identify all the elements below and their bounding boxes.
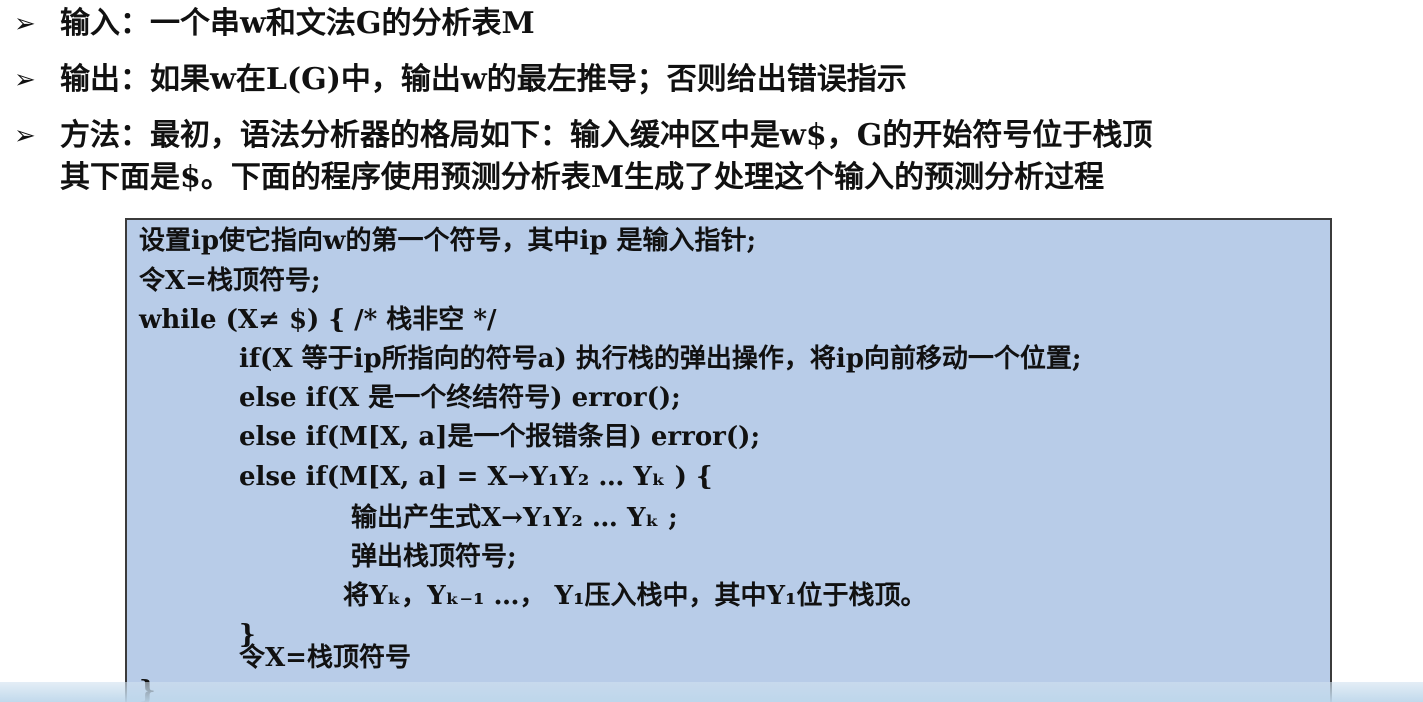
arrow-bullet-icon: ➢ bbox=[14, 9, 36, 39]
arrow-bullet-icon: ➢ bbox=[14, 121, 36, 151]
code-line: else if(X 是一个终结符号) error(); bbox=[239, 383, 681, 413]
code-line: if(X 等于ip所指向的符号a) 执行栈的弹出操作，将ip向前移动一个位置; bbox=[239, 344, 1082, 374]
bullet-method: ➢ 方法：最初，语法分析器的格局如下：输入缓冲区中是w$，G的开始符号位于栈顶 bbox=[14, 116, 1152, 156]
bullet-input: ➢ 输入：一个串w和文法G的分析表M bbox=[14, 4, 535, 44]
algorithm-code-box: 设置ip使它指向w的第一个符号，其中ip 是输入指针; 令X=栈顶符号; whi… bbox=[125, 218, 1332, 702]
code-line: 令X=栈顶符号; bbox=[139, 266, 321, 296]
arrow-bullet-icon: ➢ bbox=[14, 65, 36, 95]
code-line: 令X=栈顶符号 bbox=[239, 643, 411, 673]
bullet-method-continuation: 其下面是$。下面的程序使用预测分析表M生成了处理这个输入的预测分析过程 bbox=[60, 160, 1105, 195]
bullet-method-text: 方法：最初，语法分析器的格局如下：输入缓冲区中是w$，G的开始符号位于栈顶 bbox=[60, 118, 1153, 153]
code-line: 将Yₖ，Yₖ₋₁ …， Y₁压入栈中，其中Y₁位于栈顶。 bbox=[343, 581, 927, 611]
bottom-decorative-band bbox=[0, 682, 1423, 702]
code-line: 弹出栈顶符号; bbox=[351, 542, 517, 572]
bullet-output: ➢ 输出：如果w在L(G)中，输出w的最左推导；否则给出错误指示 bbox=[14, 60, 907, 100]
code-line: else if(M[X, a] = X→Y₁Y₂ … Yₖ ) { bbox=[239, 462, 713, 492]
code-line: 输出产生式X→Y₁Y₂ … Yₖ ; bbox=[351, 503, 678, 533]
code-line: 设置ip使它指向w的第一个符号，其中ip 是输入指针; bbox=[139, 226, 757, 256]
bullet-input-text: 输入：一个串w和文法G的分析表M bbox=[60, 6, 535, 41]
code-line: else if(M[X, a]是一个报错条目) error(); bbox=[239, 422, 761, 452]
bullet-output-text: 输出：如果w在L(G)中，输出w的最左推导；否则给出错误指示 bbox=[60, 62, 907, 97]
code-line: while (X≠ $) { /* 栈非空 */ bbox=[139, 305, 497, 335]
